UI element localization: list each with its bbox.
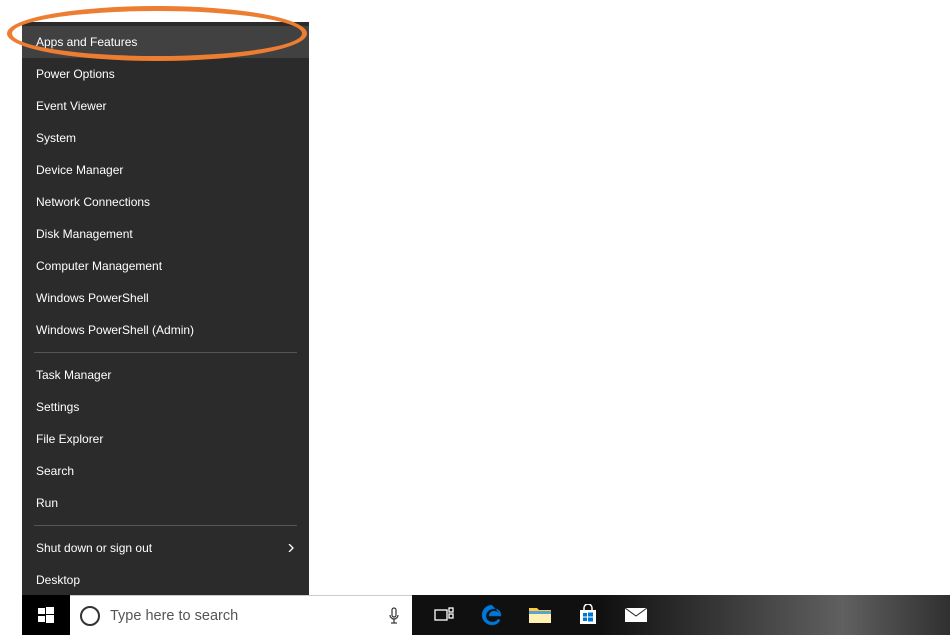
menu-item-label: Shut down or sign out [36, 541, 152, 555]
menu-item-label: System [36, 131, 76, 145]
windows-logo-icon [38, 607, 54, 623]
start-button[interactable] [22, 595, 70, 635]
taskbar: Type here to search [22, 595, 950, 635]
menu-item-run[interactable]: Run [22, 487, 309, 519]
search-placeholder: Type here to search [110, 608, 376, 624]
cortana-icon [80, 606, 100, 626]
menu-divider [34, 525, 297, 526]
menu-item-label: Apps and Features [36, 35, 137, 49]
menu-item-windows-powershell[interactable]: Windows PowerShell [22, 282, 309, 314]
taskbar-icons [412, 595, 950, 635]
menu-item-device-manager[interactable]: Device Manager [22, 154, 309, 186]
menu-item-desktop[interactable]: Desktop [22, 564, 309, 596]
menu-item-settings[interactable]: Settings [22, 391, 309, 423]
menu-item-label: File Explorer [36, 432, 103, 446]
menu-item-label: Task Manager [36, 368, 111, 382]
mail-button[interactable] [612, 595, 660, 635]
edge-button[interactable] [468, 595, 516, 635]
file-explorer-icon [528, 605, 552, 625]
menu-item-label: Desktop [36, 573, 80, 587]
menu-item-power-options[interactable]: Power Options [22, 58, 309, 90]
mic-icon[interactable] [386, 606, 402, 626]
chevron-right-icon [287, 544, 295, 552]
menu-item-network-connections[interactable]: Network Connections [22, 186, 309, 218]
task-view-button[interactable] [420, 595, 468, 635]
edge-icon [480, 603, 504, 627]
store-icon [577, 604, 599, 626]
menu-item-disk-management[interactable]: Disk Management [22, 218, 309, 250]
menu-item-label: Windows PowerShell (Admin) [36, 323, 194, 337]
menu-item-task-manager[interactable]: Task Manager [22, 359, 309, 391]
menu-item-event-viewer[interactable]: Event Viewer [22, 90, 309, 122]
menu-item-windows-powershell-admin[interactable]: Windows PowerShell (Admin) [22, 314, 309, 346]
menu-item-label: Network Connections [36, 195, 150, 209]
menu-divider [34, 352, 297, 353]
menu-item-label: Device Manager [36, 163, 123, 177]
menu-item-computer-management[interactable]: Computer Management [22, 250, 309, 282]
menu-item-label: Event Viewer [36, 99, 106, 113]
menu-item-shut-down-or-sign-out[interactable]: Shut down or sign out [22, 532, 309, 564]
search-box[interactable]: Type here to search [70, 595, 412, 635]
menu-item-system[interactable]: System [22, 122, 309, 154]
menu-item-label: Search [36, 464, 74, 478]
menu-item-label: Computer Management [36, 259, 162, 273]
menu-item-apps-and-features[interactable]: Apps and Features [22, 26, 309, 58]
menu-item-search[interactable]: Search [22, 455, 309, 487]
winx-context-menu: Apps and Features Power Options Event View… [22, 22, 309, 608]
store-button[interactable] [564, 595, 612, 635]
task-view-icon [434, 607, 454, 623]
menu-item-label: Run [36, 496, 58, 510]
menu-item-file-explorer[interactable]: File Explorer [22, 423, 309, 455]
menu-item-label: Windows PowerShell [36, 291, 149, 305]
menu-item-label: Power Options [36, 67, 115, 81]
menu-item-label: Settings [36, 400, 79, 414]
mail-icon [624, 607, 648, 623]
menu-item-label: Disk Management [36, 227, 133, 241]
file-explorer-button[interactable] [516, 595, 564, 635]
